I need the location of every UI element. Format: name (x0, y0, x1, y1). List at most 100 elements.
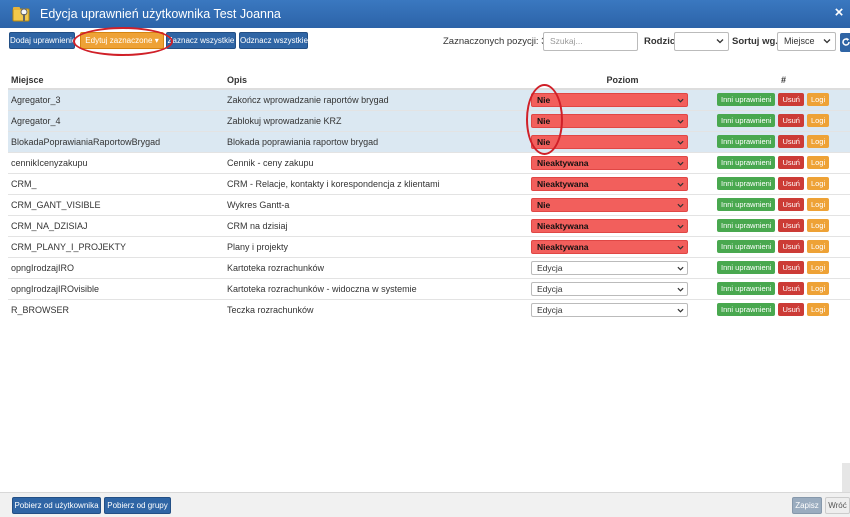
level-select[interactable]: Nieaktywana (531, 155, 688, 170)
logs-button[interactable]: Logi (806, 177, 830, 190)
level-select[interactable]: Nie (531, 92, 688, 107)
selected-count-label: Zaznaczonych pozycji: 3 (443, 36, 547, 47)
other-users-button[interactable]: Inni uprawnieni (717, 219, 776, 232)
delete-button[interactable]: Usuń (778, 135, 804, 148)
refresh-button[interactable] (840, 33, 850, 52)
level-select[interactable]: Edycja (531, 260, 688, 275)
logs-button[interactable]: Logi (806, 219, 830, 232)
chevron-down-icon (677, 308, 684, 313)
logs-button[interactable]: Logi (806, 114, 830, 127)
caret-down-icon: ▾ (154, 36, 159, 45)
close-icon[interactable]: × (832, 5, 846, 21)
level-select[interactable]: Nieaktywana (531, 218, 688, 233)
other-users-button[interactable]: Inni uprawnieni (717, 240, 776, 253)
table-row[interactable]: cennikIcenyzakupu Cennik - ceny zakupu Nie… (8, 151, 850, 173)
other-users-button[interactable]: Inni uprawnieni (717, 177, 776, 190)
chevron-down-icon (716, 39, 724, 44)
table-row[interactable]: BlokadaPoprawianiaRaportowBrygad Blokada … (8, 130, 850, 152)
column-header-desc[interactable]: Opis (224, 72, 528, 90)
actions-cell: Inni uprawnieni Usuń Logi (714, 277, 850, 299)
level-select[interactable]: Nieaktywana (531, 239, 688, 254)
other-users-button[interactable]: Inni uprawnieni (717, 303, 776, 317)
actions-cell: Inni uprawnieni Usuń Logi (714, 172, 850, 194)
delete-button[interactable]: Usuń (778, 282, 804, 295)
edit-selected-dropdown-button[interactable]: Edytuj zaznaczone ▾ (80, 32, 164, 49)
table-row[interactable]: CRM_NA_DZISIAJ CRM na dzisiaj Nieaktywana I… (8, 214, 850, 236)
column-header-level[interactable]: Poziom (528, 72, 714, 90)
search-input[interactable]: Szukaj... (543, 32, 638, 51)
level-select[interactable]: Nie (531, 113, 688, 128)
copy-from-user-button[interactable]: Pobierz od użytkownika (12, 497, 101, 514)
place-cell: Agregator_3 (8, 88, 224, 110)
logs-button[interactable]: Logi (806, 156, 830, 169)
level-select[interactable]: Edycja (531, 281, 688, 296)
logs-button[interactable]: Logi (806, 135, 830, 148)
logs-button[interactable]: Logi (806, 261, 830, 274)
description-cell: CRM na dzisiaj (224, 214, 528, 236)
table-row[interactable]: Agregator_4 Zablokuj wprowadzanie KRZ Nie I… (8, 109, 850, 131)
table-row[interactable]: CRM_GANT_VISIBLE Wykres Gantt-a Nie Inni up… (8, 193, 850, 215)
delete-button[interactable]: Usuń (778, 198, 804, 211)
actions-cell: Inni uprawnieni Usuń Logi (714, 151, 850, 173)
description-cell: Blokada poprawiania raportow brygad (224, 130, 528, 152)
copy-from-group-button[interactable]: Pobierz od grupy (104, 497, 171, 514)
level-select[interactable]: Edycja (531, 302, 688, 317)
delete-button[interactable]: Usuń (778, 114, 804, 127)
other-users-button[interactable]: Inni uprawnieni (717, 198, 776, 211)
table-row[interactable]: CRM_ CRM - Relacje, kontakty i koresponde… (8, 172, 850, 194)
other-users-button[interactable]: Inni uprawnieni (717, 156, 776, 169)
logs-button[interactable]: Logi (806, 240, 830, 253)
delete-button[interactable]: Usuń (778, 219, 804, 232)
level-select[interactable]: Nie (531, 197, 688, 212)
toolbar: Dodaj uprawnienie Edytuj zaznaczone ▾ Za… (0, 28, 850, 56)
table-row[interactable]: opngIrodzajIRO Kartoteka rozrachunków Edyc… (8, 256, 850, 278)
level-select[interactable]: Nieaktywana (531, 176, 688, 191)
logs-button[interactable]: Logi (806, 282, 830, 295)
type-filter-select[interactable] (674, 32, 729, 51)
level-select[interactable]: Nie (531, 134, 688, 149)
table-row[interactable]: R_BROWSER Teczka rozrachunków Edycja Inni u… (8, 298, 850, 320)
delete-button[interactable]: Usuń (778, 303, 804, 317)
place-cell: BlokadaPoprawianiaRaportowBrygad (8, 130, 224, 152)
scrollbar-track[interactable] (842, 463, 850, 493)
chevron-down-icon (677, 119, 684, 124)
deselect-all-button[interactable]: Odznacz wszystkie (239, 32, 308, 49)
chevron-down-icon (677, 245, 684, 250)
table-row[interactable]: CRM_PLANY_I_PROJEKTY Plany i projekty Niea… (8, 235, 850, 257)
chevron-down-icon (677, 161, 684, 166)
delete-button[interactable]: Usuń (778, 177, 804, 190)
back-button[interactable]: Wróć (825, 497, 850, 514)
place-cell: CRM_NA_DZISIAJ (8, 214, 224, 236)
footer-bar: Pobierz od użytkownika Pobierz od grupy … (0, 492, 850, 517)
chevron-down-icon (677, 98, 684, 103)
delete-button[interactable]: Usuń (778, 261, 804, 274)
other-users-button[interactable]: Inni uprawnieni (717, 114, 776, 127)
other-users-button[interactable]: Inni uprawnieni (717, 282, 776, 295)
add-permission-button[interactable]: Dodaj uprawnienie (9, 32, 76, 49)
logs-button[interactable]: Logi (806, 303, 830, 317)
table-row[interactable]: Agregator_3 Zakończ wprowadzanie raportów… (8, 88, 850, 110)
level-value: Edycja (537, 283, 563, 294)
column-header-place[interactable]: Miejsce (8, 72, 224, 90)
place-cell: opngIrodzajIRO (8, 256, 224, 278)
actions-cell: Inni uprawnieni Usuń Logi (714, 193, 850, 215)
select-all-button[interactable]: Zaznacz wszystkie (166, 32, 236, 49)
sort-select[interactable]: Miejsce (777, 32, 836, 51)
logs-button[interactable]: Logi (806, 93, 830, 107)
table-row[interactable]: opngIrodzajIROvisible Kartoteka rozrachun… (8, 277, 850, 299)
description-cell: Cennik - ceny zakupu (224, 151, 528, 173)
place-cell: CRM_ (8, 172, 224, 194)
actions-cell: Inni uprawnieni Usuń Logi (714, 235, 850, 257)
permissions-table: Miejsce Opis Poziom # Agregator_3 Zakończ… (8, 72, 850, 320)
delete-button[interactable]: Usuń (778, 240, 804, 253)
logs-button[interactable]: Logi (806, 198, 830, 211)
level-value: Edycja (537, 262, 563, 273)
level-value: Nie (537, 199, 551, 210)
delete-button[interactable]: Usuń (778, 93, 804, 107)
other-users-button[interactable]: Inni uprawnieni (717, 261, 776, 274)
other-users-button[interactable]: Inni uprawnieni (717, 93, 776, 107)
description-cell: CRM - Relacje, kontakty i korespondencja… (224, 172, 528, 194)
delete-button[interactable]: Usuń (778, 156, 804, 169)
save-button[interactable]: Zapisz (792, 497, 822, 514)
other-users-button[interactable]: Inni uprawnieni (717, 135, 776, 148)
